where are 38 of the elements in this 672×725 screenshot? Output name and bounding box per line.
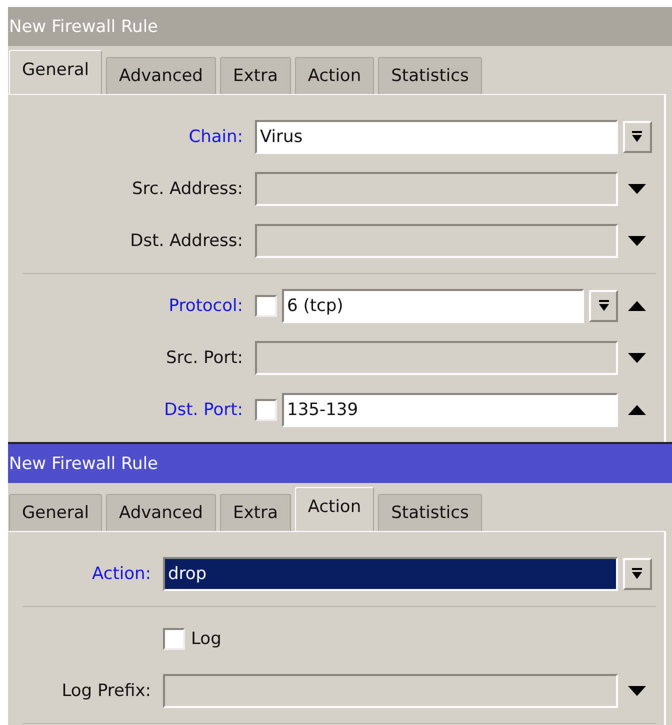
field-label: Protocol: — [168, 296, 244, 316]
tab[interactable]: General — [9, 494, 102, 531]
checkbox[interactable] — [163, 628, 185, 650]
input-field[interactable] — [255, 172, 618, 206]
input-field[interactable]: 135-139 — [282, 393, 618, 427]
tab[interactable]: Extra — [220, 57, 291, 94]
dropdown-icon — [631, 568, 643, 580]
input-field[interactable] — [255, 341, 618, 375]
checkbox[interactable] — [255, 295, 277, 317]
dropdown-icon — [598, 300, 610, 312]
tab[interactable]: Advanced — [106, 494, 216, 531]
checkbox[interactable] — [255, 399, 277, 421]
tab[interactable]: Extra — [220, 494, 291, 531]
window-title: New Firewall Rule — [8, 444, 672, 483]
input-field[interactable] — [163, 674, 618, 708]
tab[interactable]: Action — [294, 487, 374, 531]
input-field[interactable] — [255, 224, 618, 258]
tab[interactable]: Statistics — [378, 494, 482, 531]
window-title: New Firewall Rule — [8, 7, 672, 46]
input-field[interactable]: Virus — [255, 120, 618, 154]
field-label: Src. Port: — [165, 348, 244, 368]
input-field[interactable]: 6 (tcp) — [282, 289, 584, 323]
dropdown-button[interactable] — [622, 558, 652, 590]
field-label: Chain: — [188, 127, 244, 147]
field-label: Action: — [91, 564, 152, 584]
dropdown-button[interactable] — [589, 290, 618, 322]
field-label: Log Prefix: — [60, 681, 152, 701]
checkbox-label: Log — [191, 629, 222, 649]
tab[interactable]: Statistics — [378, 57, 482, 94]
field-label: Dst. Address: — [129, 231, 244, 251]
tab[interactable]: Advanced — [106, 57, 216, 94]
dropdown-icon — [631, 131, 643, 143]
tab[interactable]: General — [9, 50, 102, 94]
tab[interactable]: Action — [294, 57, 374, 94]
dropdown-button[interactable] — [622, 121, 652, 153]
field-label: Dst. Port: — [163, 400, 244, 420]
input-field[interactable]: drop — [163, 557, 618, 591]
field-label: Src. Address: — [131, 179, 244, 199]
